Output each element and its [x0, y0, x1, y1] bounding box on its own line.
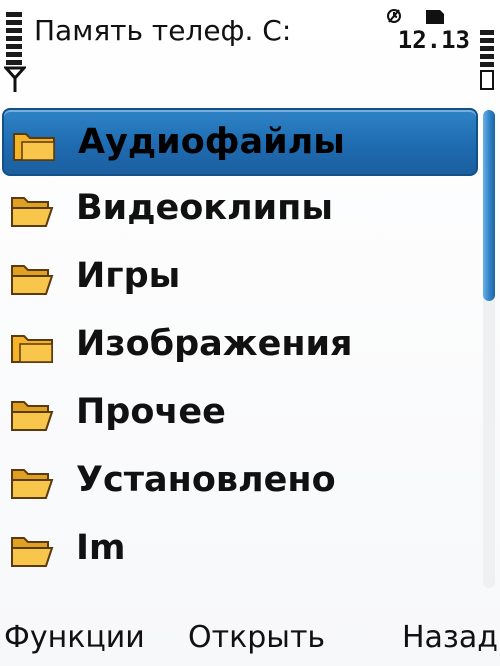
list-item[interactable]: Игры — [2, 244, 478, 312]
battery-icon — [480, 30, 494, 92]
list-item[interactable]: Установлено — [2, 448, 478, 516]
folder-open-icon — [11, 197, 54, 227]
screen: Память телеф. C: 12.13 Аудиофайлы Видеок… — [0, 0, 500, 666]
folder-open-icon — [11, 265, 54, 295]
list-item[interactable]: Изображения — [2, 312, 478, 380]
list-item-label: Видеоклипы — [76, 188, 333, 228]
list-item[interactable]: Видеоклипы — [2, 176, 478, 244]
list-item[interactable]: Прочее — [2, 380, 478, 448]
antenna-icon — [4, 66, 26, 92]
page-title: Память телеф. C: — [34, 14, 292, 47]
list-item-label: Установлено — [76, 460, 336, 500]
folder-open-icon — [11, 469, 54, 499]
softkey-bar: Функции Открыть Назад — [0, 612, 500, 666]
alarm-icon — [387, 9, 401, 23]
open-softkey[interactable]: Открыть — [188, 620, 325, 655]
list-item-label: Аудиофайлы — [78, 122, 345, 162]
folder-open-icon — [11, 537, 54, 567]
list-item[interactable]: Im — [2, 516, 478, 584]
memory-card-icon — [426, 10, 444, 24]
back-softkey[interactable]: Назад — [402, 620, 498, 655]
folder-open-icon — [11, 401, 54, 431]
list-item-label: Прочее — [76, 392, 226, 432]
folder-closed-icon — [11, 335, 53, 363]
status-icons — [387, 9, 444, 24]
file-list: Аудиофайлы Видеоклипы Игры Изображения П… — [0, 108, 480, 584]
list-item-label: Игры — [76, 256, 181, 296]
folder-closed-icon — [13, 133, 55, 161]
list-item-label: Изображения — [76, 324, 353, 364]
list-item[interactable]: Аудиофайлы — [2, 108, 478, 176]
options-softkey[interactable]: Функции — [4, 620, 145, 655]
status-bar: Память телеф. C: 12.13 — [0, 0, 500, 100]
scrollbar[interactable] — [483, 110, 495, 588]
clock: 12.13 — [397, 26, 470, 54]
list-item-label: Im — [76, 528, 126, 568]
scrollbar-thumb[interactable] — [483, 110, 495, 301]
